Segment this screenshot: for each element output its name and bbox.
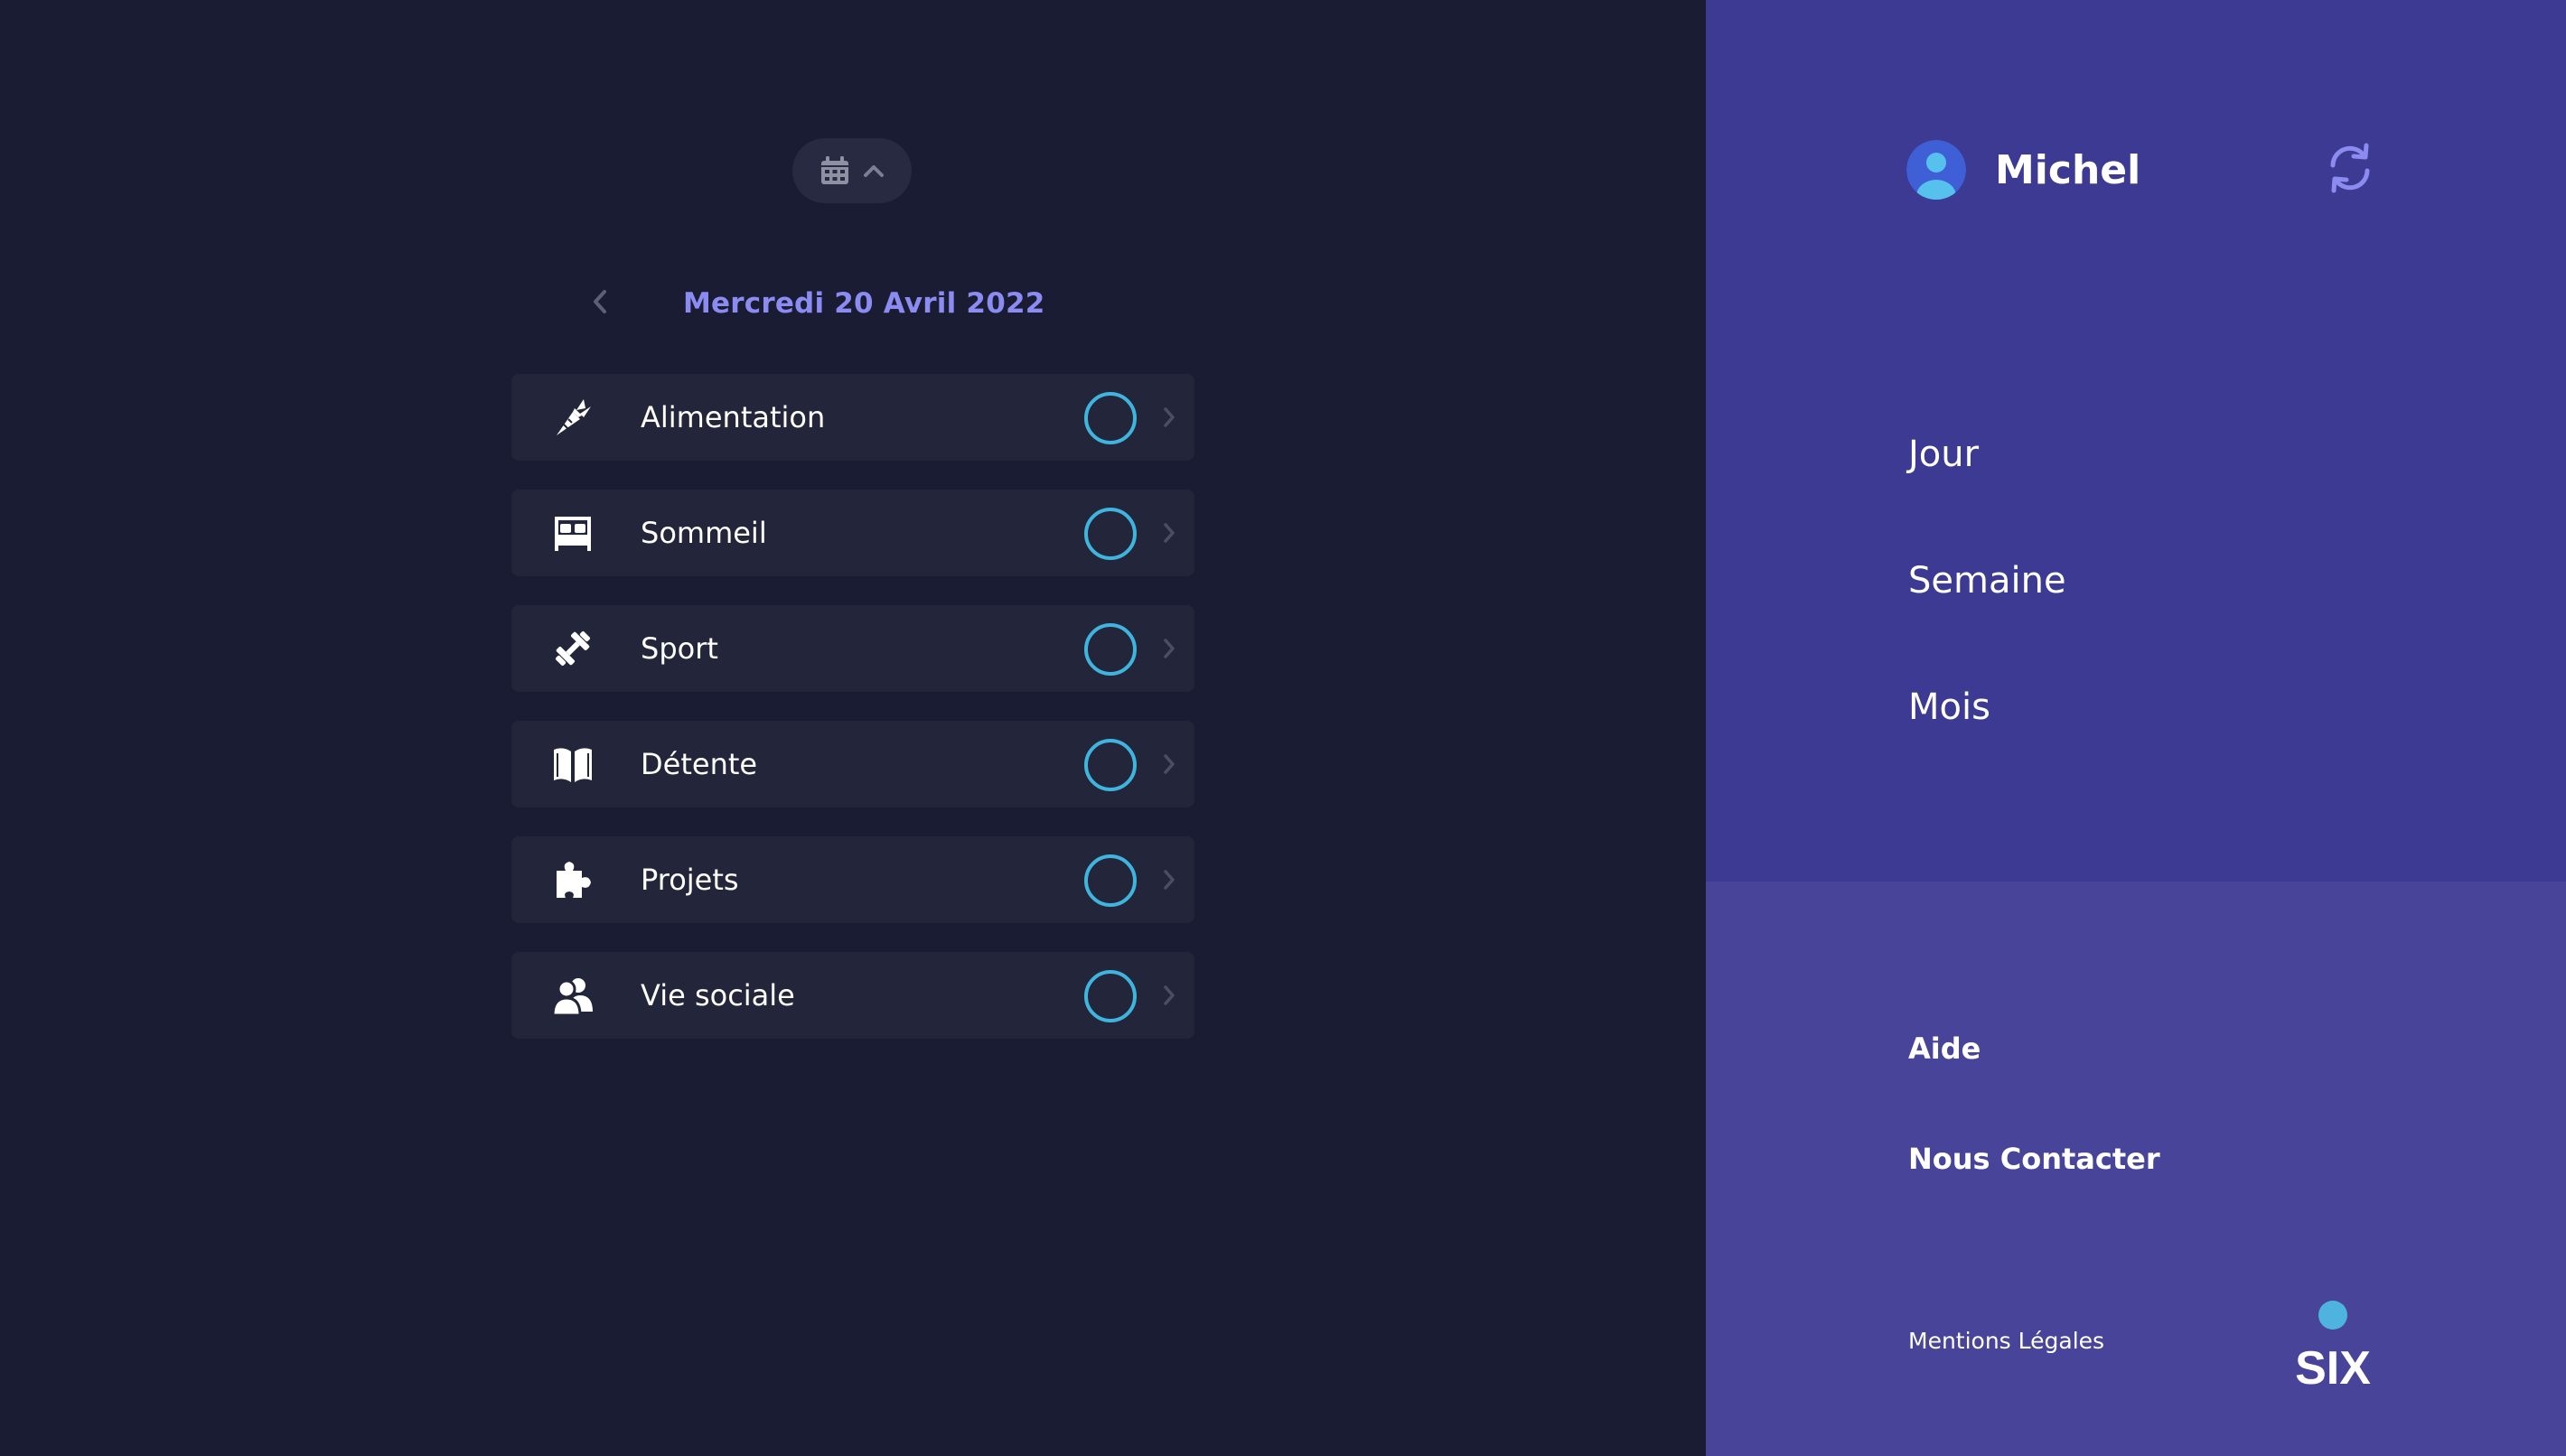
chevron-right-icon [1158, 517, 1180, 549]
calendar-icon [819, 155, 850, 186]
sidebar-top [1706, 0, 2566, 882]
current-date-title: Mercredi 20 Avril 2022 [683, 287, 1045, 320]
category-row-vie-sociale[interactable]: Vie sociale [511, 952, 1194, 1039]
book-icon [551, 742, 595, 786]
avatar [1906, 140, 1966, 200]
completion-checkbox[interactable] [1084, 623, 1137, 676]
help-link[interactable]: Aide [1908, 1031, 1981, 1066]
legal-notice-link[interactable]: Mentions Légales [1908, 1328, 2104, 1354]
chevron-right-icon [1158, 748, 1180, 780]
date-navigation: Mercredi 20 Avril 2022 [578, 278, 1138, 329]
users-icon [551, 974, 595, 1017]
chevron-right-icon [1158, 863, 1180, 896]
category-list: Alimentation Sommeil Sport Détente Proje… [511, 374, 1194, 1068]
brand-logo: SIX [2290, 1301, 2376, 1395]
contact-link[interactable]: Nous Contacter [1908, 1142, 2160, 1176]
chevron-right-icon [1158, 632, 1180, 665]
completion-checkbox[interactable] [1084, 970, 1137, 1022]
dumbbell-icon [551, 627, 595, 670]
main-panel: Mercredi 20 Avril 2022 Alimentation Somm… [0, 0, 1706, 1456]
completion-checkbox[interactable] [1084, 508, 1137, 560]
nav-item-mois[interactable]: Mois [1908, 686, 1990, 728]
category-row-sport[interactable]: Sport [511, 605, 1194, 692]
nav-item-jour[interactable]: Jour [1908, 434, 1979, 475]
chevron-right-icon [1158, 979, 1180, 1012]
previous-day-button[interactable] [578, 278, 622, 329]
chevron-right-icon [1158, 401, 1180, 434]
category-label: Sport [641, 631, 718, 666]
logo-text: SIX [2295, 1342, 2371, 1391]
category-label: Alimentation [641, 400, 826, 434]
chevron-up-icon [863, 163, 885, 178]
chevron-left-icon [591, 288, 609, 319]
category-row-sommeil[interactable]: Sommeil [511, 490, 1194, 576]
category-label: Sommeil [641, 516, 767, 550]
carrot-icon [551, 396, 595, 439]
user-profile[interactable]: Michel [1906, 138, 2140, 201]
category-label: Vie sociale [641, 978, 795, 1013]
calendar-toggle-button[interactable] [792, 138, 912, 203]
user-name: Michel [1995, 146, 2141, 193]
puzzle-icon [551, 858, 595, 901]
bed-icon [551, 511, 595, 555]
category-label: Détente [641, 747, 758, 781]
category-row-detente[interactable]: Détente [511, 721, 1194, 807]
refresh-icon[interactable] [2322, 140, 2378, 196]
completion-checkbox[interactable] [1084, 392, 1137, 444]
completion-checkbox[interactable] [1084, 739, 1137, 791]
category-label: Projets [641, 863, 739, 897]
category-row-projets[interactable]: Projets [511, 836, 1194, 923]
nav-item-semaine[interactable]: Semaine [1908, 560, 2066, 602]
completion-checkbox[interactable] [1084, 854, 1137, 907]
category-row-alimentation[interactable]: Alimentation [511, 374, 1194, 461]
